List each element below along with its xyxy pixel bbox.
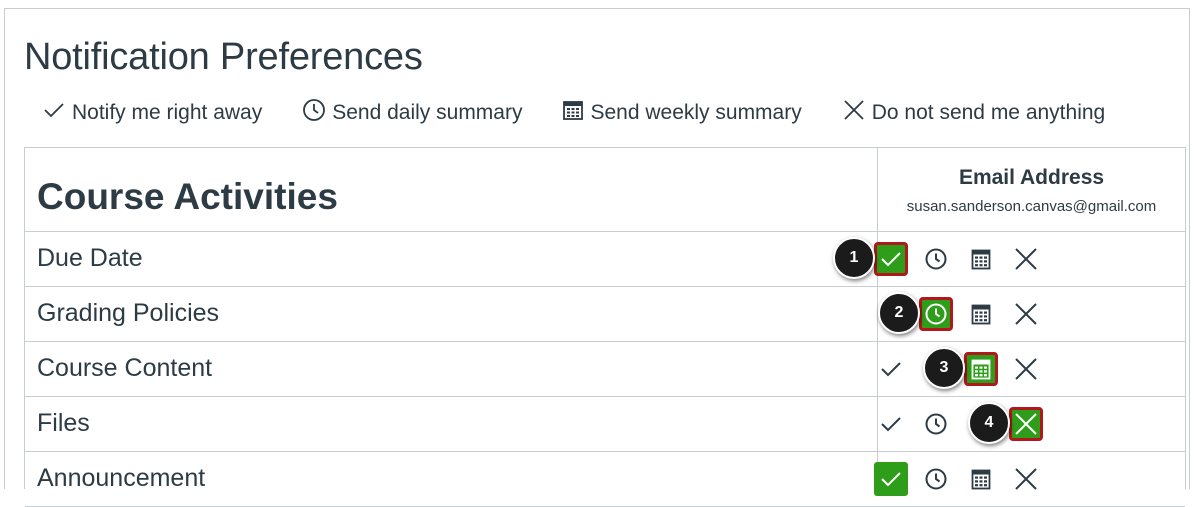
notification-legend: Notify me right away Send daily summary … (42, 98, 1105, 128)
callout-badge: 4 (968, 402, 1010, 444)
option-weekly-button[interactable] (964, 462, 998, 496)
table-row: Announcement (25, 452, 1185, 507)
calendar-icon (971, 303, 991, 325)
legend-weekly-label: Send weekly summary (590, 101, 802, 124)
clock-icon (924, 412, 948, 436)
page-title: Notification Preferences (24, 36, 423, 78)
calendar-icon (971, 468, 991, 490)
option-daily-button[interactable] (919, 297, 953, 331)
option-weekly-button[interactable] (964, 297, 998, 331)
check-icon (879, 359, 903, 379)
row-label: Files (37, 409, 90, 437)
option-weekly-button[interactable] (964, 242, 998, 276)
check-icon (879, 249, 903, 269)
option-never-button[interactable] (1009, 352, 1043, 386)
option-right-away-button[interactable] (874, 242, 908, 276)
option-daily-button[interactable] (919, 407, 953, 441)
option-right-away-button[interactable] (874, 462, 908, 496)
option-daily-button[interactable] (919, 462, 953, 496)
row-label: Course Content (37, 354, 213, 382)
check-icon (42, 100, 72, 126)
check-icon (879, 469, 903, 489)
option-never-button[interactable] (1009, 407, 1043, 441)
legend-right-away-label: Notify me right away (72, 101, 263, 124)
calendar-icon (562, 99, 590, 127)
callout-badge: 3 (923, 347, 965, 389)
legend-daily-label: Send daily summary (332, 101, 523, 124)
clock-icon (924, 302, 948, 326)
x-icon (1013, 356, 1039, 382)
option-right-away-button[interactable] (874, 407, 908, 441)
table-row: Due Date (25, 232, 1185, 287)
x-icon (1013, 246, 1039, 272)
table-row: Course Content (25, 342, 1185, 397)
channel-header: Email Address susan.sanderson.canvas@gma… (878, 148, 1185, 215)
legend-daily: Send daily summary (302, 98, 522, 128)
clock-icon (924, 467, 948, 491)
option-never-button[interactable] (1009, 242, 1043, 276)
legend-never-label: Do not send me anything (871, 101, 1106, 124)
option-daily-button[interactable] (919, 242, 953, 276)
option-never-button[interactable] (1009, 462, 1043, 496)
calendar-icon (971, 358, 991, 380)
legend-weekly: Send weekly summary (562, 99, 802, 127)
clock-icon (302, 98, 332, 128)
option-right-away-button[interactable] (874, 352, 908, 386)
check-icon (879, 414, 903, 434)
channel-address: susan.sanderson.canvas@gmail.com (906, 198, 1157, 215)
preferences-table: Course Activities Email Address susan.sa… (24, 147, 1186, 507)
x-icon (1013, 301, 1039, 327)
row-label: Grading Policies (37, 299, 220, 327)
legend-right-away: Notify me right away (42, 100, 262, 126)
row-label: Due Date (37, 244, 143, 272)
table-row: Files (25, 397, 1185, 452)
calendar-icon (971, 248, 991, 270)
callout-badge: 1 (833, 237, 875, 279)
x-icon (1013, 466, 1039, 492)
callout-badge: 2 (878, 292, 920, 334)
table-header: Course Activities Email Address susan.sa… (25, 148, 1185, 232)
x-icon (842, 98, 872, 128)
x-icon (1013, 411, 1039, 437)
option-weekly-button[interactable] (964, 352, 998, 386)
channel-type: Email Address (958, 166, 1105, 189)
legend-never: Do not send me anything (842, 98, 1105, 128)
table-row: Grading Policies (25, 287, 1185, 342)
clock-icon (924, 247, 948, 271)
option-never-button[interactable] (1009, 297, 1043, 331)
section-title: Course Activities (37, 176, 338, 217)
